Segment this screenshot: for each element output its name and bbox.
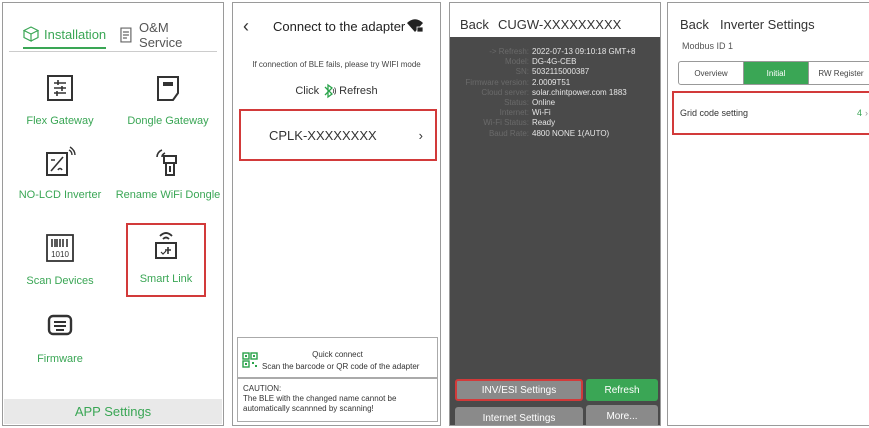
- connect-header: ‹ Connect to the adapter: [233, 17, 440, 39]
- inv-esi-settings-button[interactable]: INV/ESI Settings: [455, 379, 583, 401]
- tab-installation-label: Installation: [44, 26, 107, 42]
- info-key: Cloud server:: [481, 87, 529, 97]
- gateway-header: Back CUGW-XXXXXXXXX: [450, 3, 660, 37]
- info-row: Cloud server: solar.chintpower.com 1883: [450, 88, 660, 98]
- flex-gateway-icon: [43, 71, 77, 105]
- firmware-label: Firmware: [37, 353, 83, 365]
- click-label: Click: [295, 85, 320, 97]
- tab-om-service[interactable]: O&M Service: [118, 20, 215, 50]
- tab-om-service-label: O&M Service: [139, 20, 183, 50]
- info-value: Wi-Fi: [532, 108, 551, 118]
- gateway-detail-screen: Back CUGW-XXXXXXXXX -> Refresh: 2022-07-1…: [449, 2, 661, 426]
- info-key: Status:: [504, 98, 529, 108]
- info-row: Wi-Fi Status: Ready: [450, 118, 660, 128]
- tab-installation[interactable]: Installation: [23, 21, 107, 49]
- info-row: Status: Online: [450, 98, 660, 108]
- box-icon: [23, 26, 39, 42]
- dongle-gateway-icon: [151, 71, 185, 105]
- inverter-icon: [43, 145, 77, 179]
- flex-gateway-item[interactable]: Flex Gateway: [5, 71, 115, 127]
- no-lcd-inverter-label: NO-LCD Inverter: [18, 189, 102, 201]
- rename-wifi-dongle-label: Rename WiFi Dongle: [115, 189, 221, 201]
- refresh-button[interactable]: Refresh: [586, 379, 658, 401]
- info-key: Model:: [504, 57, 529, 67]
- info-value: solar.chintpower.com 1883: [532, 87, 627, 97]
- smart-link-highlight: [126, 223, 206, 297]
- firmware-item[interactable]: Firmware: [5, 309, 115, 365]
- refresh-row[interactable]: Click Refresh: [233, 83, 440, 99]
- dongle-gateway-label: Dongle Gateway: [127, 115, 209, 127]
- info-key[interactable]: -> Refresh:: [450, 47, 532, 57]
- info-value: Online: [532, 98, 556, 108]
- grid-code-label: Grid code setting: [680, 108, 749, 118]
- no-lcd-inverter-item[interactable]: NO-LCD Inverter: [5, 145, 115, 201]
- info-value: 5032115000387: [532, 67, 590, 77]
- grid-code-value-wrap: 4 ›: [857, 108, 868, 118]
- internet-settings-button[interactable]: Internet Settings: [455, 407, 583, 425]
- refresh-label: Refresh: [339, 85, 378, 97]
- info-value: DG-4G-CEB: [532, 57, 577, 67]
- info-row: SN: 5032115000387: [450, 67, 660, 77]
- chevron-right-icon: ›: [418, 127, 423, 143]
- chevron-right-icon: ›: [865, 108, 868, 118]
- settings-tabs: Overview Initial RW Register: [678, 61, 869, 85]
- connect-adapter-screen: ‹ Connect to the adapter If connection o…: [232, 2, 441, 426]
- tab-rw-register[interactable]: RW Register: [809, 62, 869, 84]
- info-row: Baud Rate: 4800 NONE 1(AUTO): [450, 129, 660, 139]
- inverter-settings-title: Inverter Settings: [720, 17, 815, 32]
- rename-wifi-dongle-item[interactable]: Rename WiFi Dongle: [113, 145, 223, 201]
- scan-devices-item[interactable]: 1010 Scan Devices: [5, 231, 115, 287]
- info-value: 2022-07-13 09:10:18 GMT+8: [532, 47, 636, 56]
- quick-connect-subtitle: Scan the barcode or QR code of the adapt…: [262, 362, 420, 371]
- rename-wifi-dongle-icon: [151, 145, 185, 179]
- info-row: Model: DG-4G-CEB: [450, 57, 660, 67]
- document-icon: [120, 27, 132, 43]
- device-list-item[interactable]: CPLK-XXXXXXXX ›: [239, 109, 437, 161]
- home-tabs: Installation O&M Service: [23, 20, 215, 50]
- tab-overview[interactable]: Overview: [679, 62, 744, 84]
- barcode-icon-text: 1010: [51, 250, 69, 259]
- bluetooth-icon: [324, 83, 337, 99]
- caution-title: CAUTION:: [243, 384, 282, 393]
- inverter-settings-screen: Back Inverter Settings Modbus ID 1 Overv…: [667, 2, 869, 426]
- quick-connect-title: Quick connect: [312, 350, 363, 359]
- back-arrow-icon[interactable]: ‹: [243, 17, 249, 35]
- app-home-screen: Installation O&M Service Flex Gateway Do…: [2, 2, 224, 426]
- more-button[interactable]: More...: [586, 405, 658, 425]
- info-key: Wi-Fi Status:: [483, 118, 529, 128]
- info-value: Ready: [532, 118, 556, 128]
- info-row: Internet: Wi-Fi: [450, 108, 660, 118]
- scan-devices-label: Scan Devices: [26, 275, 94, 287]
- connect-title: Connect to the adapter: [273, 19, 406, 34]
- app-settings-button[interactable]: APP Settings: [4, 399, 222, 424]
- info-value: 2.0009T51: [532, 77, 571, 87]
- caution-text: The BLE with the changed name cannot be …: [243, 394, 397, 413]
- tab-initial[interactable]: Initial: [744, 62, 809, 84]
- info-row: Firmware version: 2.0009T51: [450, 78, 660, 88]
- dongle-gateway-item[interactable]: Dongle Gateway: [113, 71, 223, 127]
- device-name: CPLK-XXXXXXXX: [269, 127, 377, 143]
- info-value: 4800 NONE 1(AUTO): [532, 128, 610, 138]
- back-button[interactable]: Back: [680, 17, 709, 32]
- firmware-icon: [43, 309, 77, 343]
- quick-connect-panel[interactable]: Quick connect Scan the barcode or QR cod…: [237, 337, 438, 378]
- screens: Installation O&M Service Flex Gateway Do…: [0, 0, 869, 428]
- info-key: SN:: [515, 67, 529, 77]
- info-key: Baud Rate:: [488, 128, 529, 138]
- grid-code-setting-row[interactable]: Grid code setting 4 ›: [672, 91, 869, 135]
- barcode-icon: 1010: [43, 231, 77, 265]
- modbus-id-label: Modbus ID 1: [682, 41, 734, 51]
- flex-gateway-label: Flex Gateway: [26, 115, 94, 127]
- info-row: -> Refresh: 2022-07-13 09:10:18 GMT+8: [450, 47, 660, 57]
- wifi-lock-icon: [407, 19, 424, 33]
- gateway-info: -> Refresh: 2022-07-13 09:10:18 GMT+8 Mod…: [450, 47, 660, 139]
- info-key: Firmware version:: [465, 77, 529, 87]
- ble-hint-text: If connection of BLE fails, please try W…: [252, 60, 421, 69]
- caution-box: CAUTION: The BLE with the changed name c…: [237, 378, 438, 422]
- back-button[interactable]: Back: [460, 17, 489, 32]
- info-key: Internet:: [499, 108, 529, 118]
- grid-code-value: 4: [856, 108, 862, 118]
- tabs-divider: [9, 51, 217, 52]
- gateway-title: CUGW-XXXXXXXXX: [498, 17, 622, 32]
